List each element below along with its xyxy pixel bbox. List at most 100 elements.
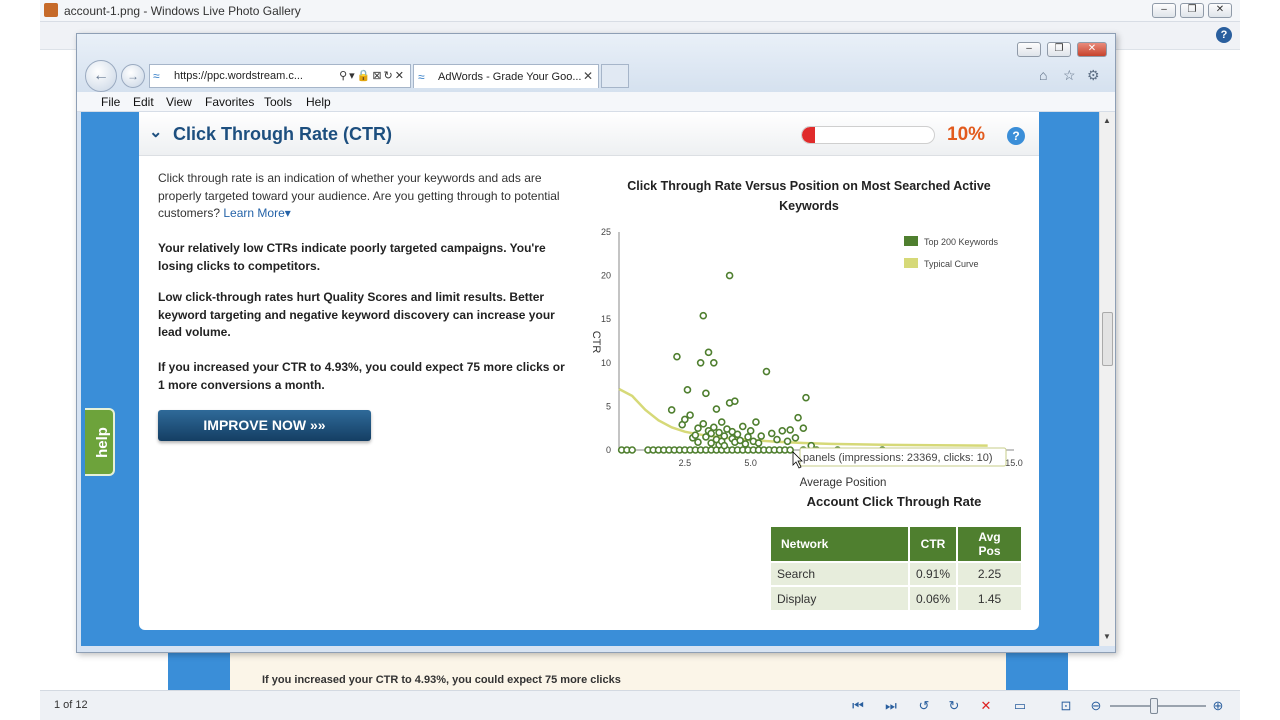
slideshow-icon[interactable]: ▭ [1012, 698, 1028, 714]
scatter-point [699, 420, 708, 428]
chevron-down-icon[interactable]: ⌄ [149, 122, 162, 142]
scatter-point [683, 386, 692, 394]
row-avg-pos: 1.45 [956, 585, 1022, 610]
browser-tab[interactable]: ≈ AdWords - Grade Your Goo... ✕ [413, 64, 599, 88]
row-ctr: 0.06% [907, 585, 958, 610]
background-image-content: If you increased your CTR to 4.93%, you … [168, 650, 1068, 690]
col-avg-pos: Avg Pos [956, 527, 1022, 562]
photo-gallery-icon [44, 3, 58, 17]
scatter-point [786, 426, 794, 434]
scatter-point [794, 413, 802, 422]
home-icon[interactable]: ⌂ [1039, 67, 1047, 83]
page-counter: 1 of 12 [54, 699, 88, 711]
zoom-slider-thumb[interactable] [1150, 698, 1158, 714]
forward-arrow-icon[interactable]: → [121, 64, 145, 88]
new-tab-button[interactable] [601, 64, 629, 88]
address-bar[interactable]: ≈ https://ppc.wordstream.c... ⚲▾🔒⊠↻✕ [149, 64, 411, 88]
zoom-in-icon[interactable]: ⊕ [1210, 698, 1226, 714]
scatter-point [752, 418, 760, 426]
scatter-point [738, 422, 747, 431]
delete-icon[interactable]: ✕ [978, 698, 994, 714]
score-percent: 10% [947, 124, 986, 145]
scatter-point [673, 352, 681, 361]
zoom-slider[interactable] [1110, 705, 1206, 707]
gallery-status-bar: 1 of 12 ⏮ ⏭ ↺ ↻ ✕ ▭ ⊡ ⊖ ⊕ [40, 690, 1240, 720]
low-ctr-text: Your relatively low CTRs indicate poorly… [158, 241, 546, 273]
gallery-title-bar: account-1.png - Windows Live Photo Galle… [40, 0, 1240, 22]
menu-edit[interactable]: Edit [133, 95, 154, 109]
menu-favorites[interactable]: Favorites [205, 95, 254, 109]
y-tick-label: 20 [601, 271, 611, 281]
legend-swatch-curve [904, 258, 918, 268]
scatter-point [757, 432, 765, 440]
rotate-right-icon[interactable]: ↻ [946, 698, 962, 714]
scatter-point [725, 271, 734, 280]
restore-button[interactable]: ❐ [1180, 3, 1204, 18]
address-url: https://ppc.wordstream.c... [174, 70, 303, 82]
previous-icon[interactable]: ⏮ [850, 698, 866, 714]
row-network: Display [771, 585, 909, 610]
learn-more-link[interactable]: Learn More▾ [223, 206, 290, 220]
x-tick-label: 5.0 [744, 458, 757, 468]
scatter-point [694, 424, 702, 432]
help-tab[interactable]: help [85, 408, 115, 476]
scatter-point [628, 446, 636, 454]
section-header[interactable]: ⌄ Click Through Rate (CTR) 10% ? [139, 112, 1039, 156]
menu-help[interactable]: Help [306, 95, 331, 109]
scatter-point [710, 359, 718, 367]
scatter-point [694, 438, 702, 446]
x-axis-label: Average Position [800, 477, 887, 489]
browser-restore-button[interactable]: ❐ [1047, 42, 1071, 57]
scatter-point [767, 429, 776, 438]
scatter-point [712, 405, 721, 413]
scatter-point [699, 311, 708, 320]
tab-close-icon[interactable]: ✕ [583, 69, 593, 83]
table-row: Search 0.91% 2.25 [771, 561, 1022, 586]
menu-view[interactable]: View [166, 95, 192, 109]
y-tick-label: 5 [606, 401, 611, 411]
y-axis-label: CTR [590, 331, 602, 354]
menu-bar: File Edit View Favorites Tools Help [77, 92, 1115, 112]
scatter-point [783, 437, 792, 446]
actual-size-icon[interactable]: ⊡ [1058, 698, 1074, 714]
zoom-out-icon[interactable]: ⊖ [1088, 698, 1104, 714]
browser-close-button[interactable]: ✕ [1077, 42, 1107, 57]
scatter-point [778, 427, 787, 435]
chart-title: Click Through Rate Versus Position on Mo… [627, 179, 991, 213]
improve-now-button[interactable]: IMPROVE NOW »» [158, 410, 371, 441]
next-icon[interactable]: ⏭ [883, 698, 899, 714]
scatter-point [710, 423, 718, 432]
legend-label-curve: Typical Curve [924, 259, 979, 269]
browser-minimize-button[interactable]: – [1017, 42, 1041, 57]
scatter-point [681, 415, 689, 424]
scatter-point [720, 432, 729, 440]
scatter-point [802, 393, 810, 402]
scatter-point [762, 367, 771, 376]
address-controls-icons[interactable]: ⚲▾🔒⊠↻✕ [339, 69, 406, 82]
favorites-star-icon[interactable]: ☆ [1063, 67, 1076, 84]
y-tick-label: 15 [601, 314, 611, 324]
scroll-up-arrow-icon[interactable]: ▲ [1103, 116, 1111, 125]
vertical-scrollbar[interactable]: ▲ ▼ [1099, 112, 1115, 646]
y-tick-label: 25 [601, 227, 611, 237]
scroll-down-arrow-icon[interactable]: ▼ [1103, 632, 1111, 641]
scatter-point [754, 439, 763, 447]
increase-ctr-text: If you increased your CTR to 4.93%, you … [158, 360, 565, 392]
scatter-point [744, 433, 752, 441]
scatter-point [717, 418, 726, 426]
back-arrow-icon[interactable]: ← [85, 60, 117, 92]
close-button[interactable]: ✕ [1208, 3, 1232, 18]
row-avg-pos: 2.25 [956, 561, 1022, 586]
help-question-icon[interactable]: ? [1007, 127, 1025, 145]
scatter-point [791, 433, 800, 442]
menu-file[interactable]: File [101, 95, 120, 109]
minimize-button[interactable]: – [1152, 3, 1176, 18]
scatter-point [731, 397, 739, 405]
menu-tools[interactable]: Tools [264, 95, 292, 109]
help-icon[interactable]: ? [1216, 27, 1232, 43]
rotate-left-icon[interactable]: ↺ [916, 698, 932, 714]
gear-icon[interactable]: ⚙ [1087, 67, 1100, 84]
scatter-point [741, 440, 750, 448]
account-ctr-title: Account Click Through Rate [806, 494, 982, 509]
scroll-thumb[interactable] [1102, 312, 1113, 366]
